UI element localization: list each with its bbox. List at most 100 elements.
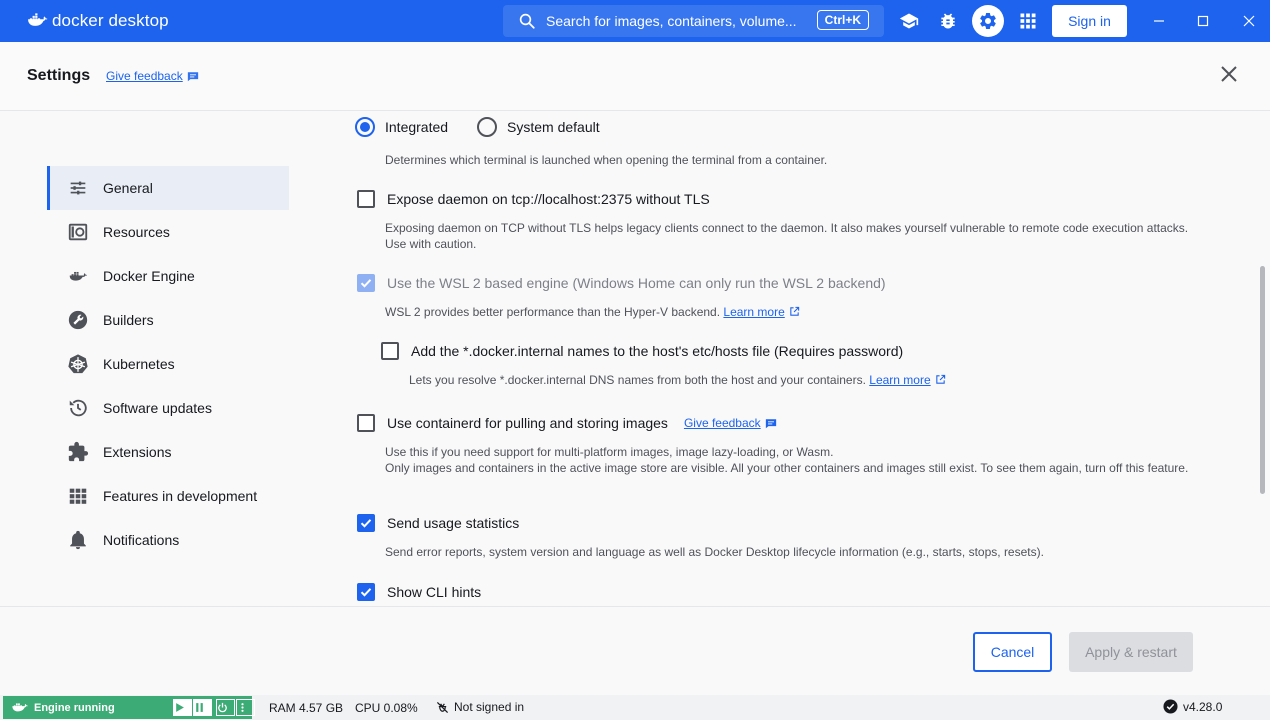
usage-statistics-checkbox[interactable] xyxy=(357,514,375,532)
play-icon[interactable] xyxy=(173,699,192,716)
engine-icon xyxy=(69,271,88,281)
wsl2-learn-more-label: Learn more xyxy=(723,305,785,319)
check-icon xyxy=(360,588,372,597)
cli-hints-checkbox[interactable] xyxy=(357,583,375,601)
wrench-icon xyxy=(68,310,88,330)
containerd-description-line-2: Only images and containers in the active… xyxy=(385,461,1189,475)
settings-header: Settings Give feedback xyxy=(0,42,1270,111)
bell-icon xyxy=(70,530,86,550)
grid-icon xyxy=(69,488,87,504)
sidebar-item-label: Software updates xyxy=(103,400,212,416)
expose-daemon-setting[interactable]: Expose daemon on tcp://localhost:2375 wi… xyxy=(357,190,710,208)
wsl2-description-text: WSL 2 provides better performance than t… xyxy=(385,305,721,319)
expose-daemon-label: Expose daemon on tcp://localhost:2375 wi… xyxy=(387,191,710,207)
hosts-learn-more-link[interactable]: Learn more xyxy=(869,373,930,387)
learning-center-icon[interactable] xyxy=(897,9,921,33)
sidebar-item-features-in-development[interactable]: Features in development xyxy=(47,474,289,518)
radio-integrated-label: Integrated xyxy=(385,119,449,135)
search-placeholder: Search for images, containers, volume... xyxy=(546,13,797,29)
radio-integrated[interactable] xyxy=(355,117,375,137)
containerd-label: Use containerd for pulling and storing i… xyxy=(387,415,668,431)
give-feedback-link[interactable]: Give feedback xyxy=(106,69,199,83)
close-settings-icon[interactable] xyxy=(1219,64,1239,84)
terminal-description: Determines which terminal is launched wh… xyxy=(385,153,828,167)
hosts-learn-more-label: Learn more xyxy=(869,373,931,387)
power-icon[interactable] xyxy=(216,699,235,716)
feedback-icon xyxy=(187,71,198,81)
sidebar-item-label: Kubernetes xyxy=(103,356,175,372)
apps-grid-icon[interactable] xyxy=(1016,9,1040,33)
version-label: v4.28.0 xyxy=(1183,699,1223,714)
hosts-file-setting[interactable]: Add the *.docker.internal names to the h… xyxy=(381,342,903,360)
containerd-description-line-1: Use this if you need support for multi-p… xyxy=(385,445,834,459)
footer-divider xyxy=(0,606,1270,607)
sidebar-item-software-updates[interactable]: Software updates xyxy=(47,386,289,430)
sidebar-item-docker-engine[interactable]: Docker Engine xyxy=(47,254,289,298)
sidebar-item-label: Resources xyxy=(103,224,170,240)
sidebar-item-label: General xyxy=(103,180,153,196)
sidebar-item-kubernetes[interactable]: Kubernetes xyxy=(47,342,289,386)
search-bar[interactable]: Search for images, containers, volume...… xyxy=(503,5,884,37)
version-status[interactable]: v4.28.0 xyxy=(1163,699,1222,714)
wsl2-engine-setting: Use the WSL 2 based engine (Windows Home… xyxy=(357,274,886,292)
sidebar-item-builders[interactable]: Builders xyxy=(47,298,289,342)
check-icon xyxy=(360,519,372,528)
maximize-icon[interactable] xyxy=(1194,12,1212,30)
containerd-checkbox[interactable] xyxy=(357,414,375,432)
search-shortcut: Ctrl+K xyxy=(816,10,869,30)
cli-hints-setting[interactable]: Show CLI hints xyxy=(357,583,481,601)
sign-in-status-label: Not signed in xyxy=(454,700,525,714)
settings-content: Integrated System default Determines whi… xyxy=(340,111,1260,606)
pause-icon[interactable] xyxy=(193,699,212,716)
hosts-file-label: Add the *.docker.internal names to the h… xyxy=(411,343,904,359)
wsl2-learn-more-link[interactable]: Learn more xyxy=(723,305,784,319)
engine-status-label: Engine running xyxy=(34,701,115,714)
ram-usage: RAM 4.57 GB xyxy=(269,701,344,715)
window-close-icon[interactable] xyxy=(1240,12,1258,30)
expose-daemon-checkbox[interactable] xyxy=(357,190,375,208)
sidebar-item-label: Features in development xyxy=(103,488,258,504)
cpu-usage: CPU 0.08% xyxy=(355,701,418,715)
docker-logo: docker desktop xyxy=(26,11,169,31)
radio-system-default[interactable] xyxy=(477,117,497,137)
containerd-feedback-link[interactable]: Give feedback xyxy=(684,416,761,430)
hosts-file-description: Lets you resolve *.docker.internal DNS n… xyxy=(409,372,946,388)
status-bar: Engine running RAM 4.57 GB CPU 0.08% Not… xyxy=(0,695,1270,720)
wsl2-engine-label: Use the WSL 2 based engine (Windows Home… xyxy=(387,275,886,291)
settings-button[interactable] xyxy=(972,5,1004,37)
usage-statistics-label: Send usage statistics xyxy=(387,515,520,531)
check-icon xyxy=(360,279,372,288)
title-bar: docker desktop Search for images, contai… xyxy=(0,0,1270,42)
sidebar-item-resources[interactable]: Resources xyxy=(47,210,289,254)
apply-restart-button[interactable]: Apply & restart xyxy=(1069,632,1193,672)
terminal-option-system-default[interactable]: System default xyxy=(477,117,600,137)
feedback-icon xyxy=(765,418,777,429)
sliders-icon xyxy=(70,181,86,195)
usage-statistics-setting[interactable]: Send usage statistics xyxy=(357,514,519,532)
containerd-setting[interactable]: Use containerd for pulling and storing i… xyxy=(357,414,777,432)
minimize-icon[interactable] xyxy=(1150,12,1168,30)
radio-system-default-label: System default xyxy=(507,119,600,135)
sign-in-button[interactable]: Sign in xyxy=(1052,5,1127,37)
terminal-option-integrated[interactable]: Integrated xyxy=(355,117,448,137)
sidebar-item-label: Builders xyxy=(103,312,154,328)
usage-statistics-description: Send error reports, system version and l… xyxy=(385,545,1044,559)
sidebar-item-general[interactable]: General xyxy=(47,166,289,210)
wsl2-description: WSL 2 provides better performance than t… xyxy=(385,304,800,320)
whale-icon xyxy=(28,13,48,26)
sidebar-item-label: Docker Engine xyxy=(103,268,195,284)
search-icon xyxy=(519,13,535,29)
content-scrollbar[interactable] xyxy=(1260,266,1265,494)
engine-controls xyxy=(173,699,256,716)
hosts-file-checkbox[interactable] xyxy=(381,342,399,360)
sidebar-item-notifications[interactable]: Notifications xyxy=(47,518,289,562)
more-vertical-icon[interactable] xyxy=(236,699,255,716)
resources-icon xyxy=(68,223,88,241)
troubleshoot-bug-icon[interactable] xyxy=(936,9,960,33)
history-icon xyxy=(69,399,87,417)
cancel-button[interactable]: Cancel xyxy=(973,632,1052,672)
sign-in-status[interactable]: Not signed in xyxy=(436,700,524,714)
containerd-description: Use this if you need support for multi-p… xyxy=(385,444,1195,476)
sidebar-item-extensions[interactable]: Extensions xyxy=(47,430,289,474)
engine-status[interactable]: Engine running xyxy=(3,696,255,719)
